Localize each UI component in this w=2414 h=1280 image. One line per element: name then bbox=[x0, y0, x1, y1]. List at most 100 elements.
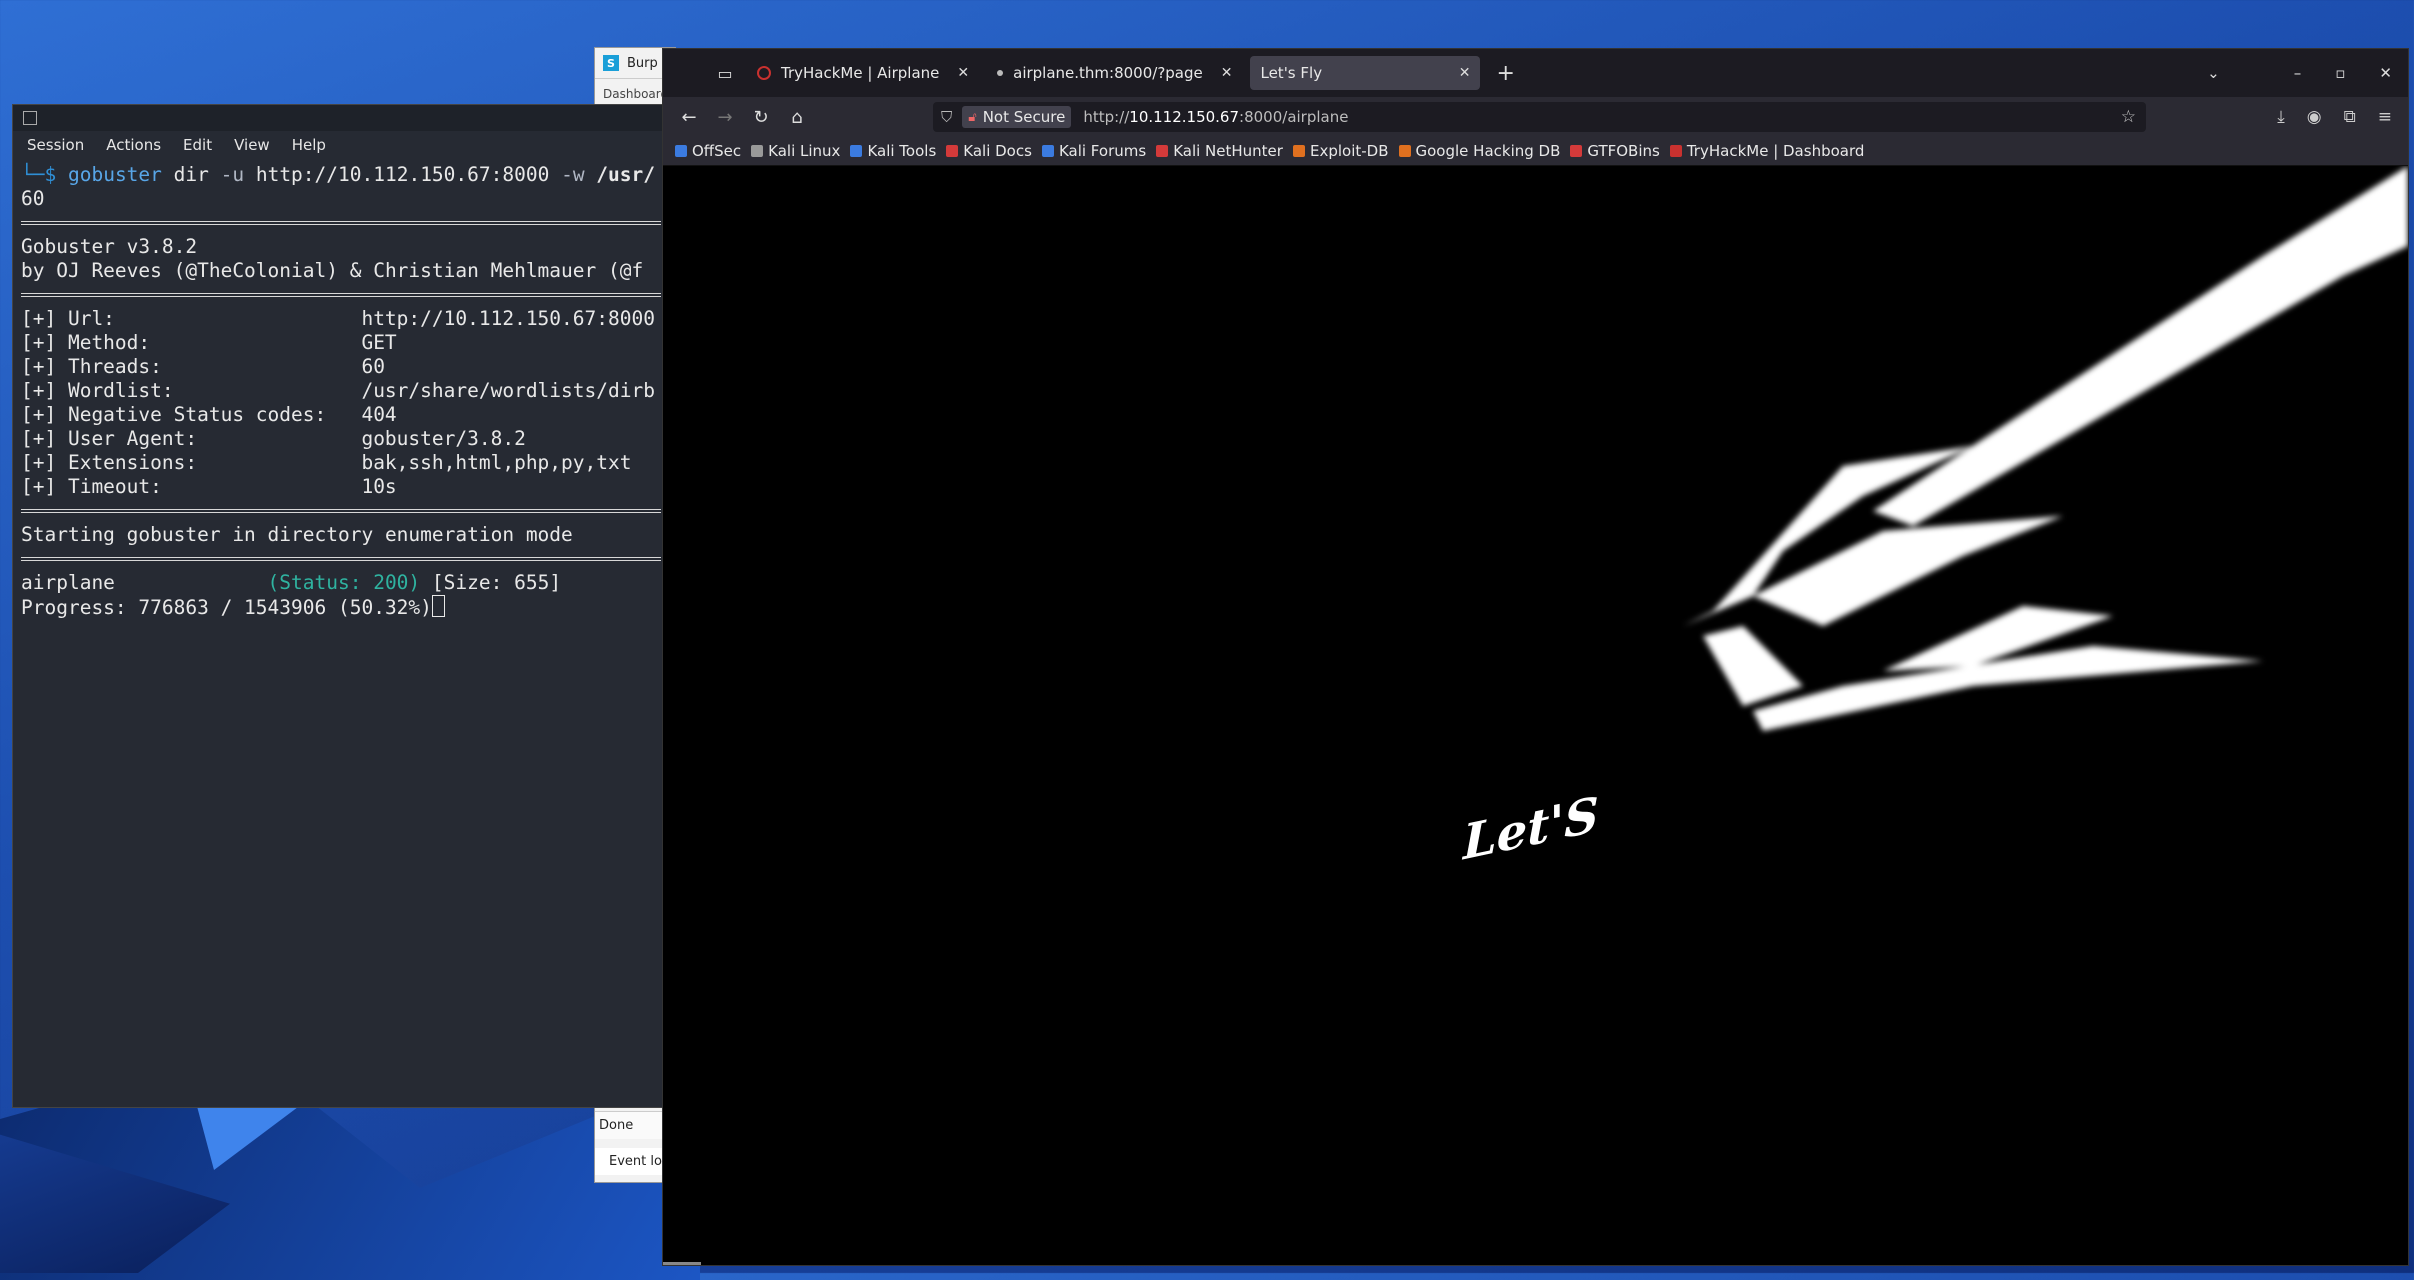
gobuster-authors: by OJ Reeves (@TheColonial) & Christian … bbox=[21, 259, 644, 282]
bookmark-item[interactable]: OffSec bbox=[675, 142, 747, 160]
airplane-tail bbox=[1753, 646, 2263, 731]
download-icon[interactable]: ⤓ bbox=[2277, 107, 2285, 127]
minimize-icon[interactable]: – bbox=[2294, 64, 2302, 82]
shield-icon[interactable]: ⛉ bbox=[941, 108, 952, 126]
bookmark-favicon-icon bbox=[1292, 145, 1305, 157]
config-key: [+] Threads: bbox=[21, 355, 162, 378]
lock-struck-icon: 🔓︎ bbox=[968, 109, 977, 125]
bookmark-star-icon[interactable]: ☆ bbox=[2121, 107, 2136, 127]
config-key: [+] Method: bbox=[21, 331, 151, 354]
extensions-icon[interactable]: ⧉ bbox=[2344, 107, 2356, 127]
close-window-icon[interactable]: ✕ bbox=[2379, 64, 2392, 82]
bookmark-item[interactable]: GTFOBins bbox=[1570, 142, 1665, 160]
command-line: └─$ gobuster dir -u http://10.112.150.67… bbox=[21, 163, 656, 186]
bookmark-label: OffSec bbox=[692, 142, 742, 160]
url-bar[interactable]: ⛉ 🔓︎ Not Secure http://10.112.150.67:800… bbox=[933, 102, 2146, 132]
terminal-cursor bbox=[431, 595, 445, 617]
bookmark-item[interactable]: Google Hacking DB bbox=[1398, 142, 1567, 160]
config-value: /usr/share/wordlists/dirb bbox=[361, 379, 655, 402]
tab-airplane-page[interactable]: airplane.thm:8000/?page ✕ bbox=[987, 56, 1242, 90]
config-key: [+] Url: bbox=[21, 307, 115, 330]
bookmark-label: Kali Forums bbox=[1058, 142, 1147, 160]
bookmark-item[interactable]: Exploit-DB bbox=[1292, 142, 1395, 160]
menu-icon[interactable]: ≡ bbox=[2378, 107, 2392, 127]
tab-tryhackme[interactable]: TryHackMe | Airplane ✕ bbox=[747, 56, 979, 90]
bookmark-label: Kali NetHunter bbox=[1173, 142, 1283, 160]
bookmark-item[interactable]: TryHackMe | Dashboard bbox=[1669, 142, 1871, 160]
progress-line: Progress: 776863 / 1543906 (50.32%) bbox=[21, 595, 661, 620]
separator bbox=[21, 509, 661, 513]
terminal-icon bbox=[23, 111, 37, 125]
maximize-icon[interactable]: ▫ bbox=[2335, 64, 2345, 82]
reload-icon[interactable]: ↻ bbox=[743, 107, 779, 128]
close-icon[interactable]: ✕ bbox=[957, 65, 969, 81]
not-secure-badge[interactable]: 🔓︎ Not Secure bbox=[962, 106, 1072, 128]
bookmarks-toolbar: OffSec Kali Linux Kali Tools Kali Docs Kali … bbox=[663, 137, 2408, 166]
tab-overview-icon[interactable]: ▭ bbox=[711, 59, 739, 87]
menu-edit[interactable]: Edit bbox=[183, 136, 212, 154]
bookmark-label: Kali Tools bbox=[867, 142, 937, 160]
bookmark-favicon-icon bbox=[1041, 145, 1054, 157]
result-line: airplane (Status: 200) [Size: 655] bbox=[21, 571, 661, 595]
tab-lets-fly[interactable]: Let's Fly ✕ bbox=[1250, 56, 1481, 90]
command-line-wrap: 60 bbox=[21, 187, 45, 210]
list-all-tabs-icon[interactable]: ⌄ bbox=[2207, 64, 2220, 82]
bookmark-favicon-icon bbox=[1156, 145, 1169, 157]
tryhackme-icon bbox=[757, 66, 771, 80]
bookmark-item[interactable]: Kali Forums bbox=[1041, 142, 1152, 160]
burp-logo-icon: S bbox=[603, 55, 619, 71]
new-tab-button[interactable]: + bbox=[1496, 61, 1514, 86]
bookmark-favicon-icon bbox=[1570, 145, 1583, 157]
result-name: airplane bbox=[21, 571, 115, 594]
bookmark-item[interactable]: Kali Tools bbox=[850, 142, 942, 160]
browser-window[interactable]: ▭ TryHackMe | Airplane ✕ airplane.thm:80… bbox=[662, 48, 2409, 1266]
config-row: [+] Method: GET bbox=[21, 331, 661, 355]
terminal-output[interactable]: └─$ gobuster dir -u http://10.112.150.67… bbox=[13, 159, 669, 620]
page-viewport[interactable]: Let'S bbox=[663, 166, 2408, 1265]
tab-bar: ▭ TryHackMe | Airplane ✕ airplane.thm:80… bbox=[663, 49, 2408, 97]
terminal-titlebar[interactable] bbox=[13, 105, 669, 131]
config-value: http://10.112.150.67:8000 bbox=[361, 307, 655, 330]
bookmark-label: TryHackMe | Dashboard bbox=[1686, 142, 1865, 160]
close-icon[interactable]: ✕ bbox=[1459, 65, 1471, 81]
config-row: [+] User Agent: gobuster/3.8.2 bbox=[21, 427, 661, 451]
config-value: 60 bbox=[361, 355, 385, 378]
separator bbox=[21, 221, 661, 225]
menu-actions[interactable]: Actions bbox=[106, 136, 161, 154]
back-icon[interactable]: ← bbox=[671, 107, 707, 128]
home-icon[interactable]: ⌂ bbox=[779, 107, 815, 128]
close-icon[interactable]: ✕ bbox=[1221, 65, 1233, 81]
bookmark-item[interactable]: Kali NetHunter bbox=[1156, 142, 1289, 160]
nav-bar: ← → ↻ ⌂ ⛉ 🔓︎ Not Secure http://10.112.15… bbox=[663, 97, 2408, 137]
config-value: 404 bbox=[361, 403, 397, 426]
starting-message: Starting gobuster in directory enumerati… bbox=[21, 523, 573, 546]
horizontal-scrollbar[interactable] bbox=[663, 1262, 701, 1265]
airplane-graphic bbox=[1683, 166, 2408, 731]
config-key: [+] Extensions: bbox=[21, 451, 198, 474]
config-value: 10s bbox=[361, 475, 397, 498]
airplane-fin bbox=[1703, 626, 1803, 706]
bookmark-favicon-icon bbox=[850, 145, 863, 157]
bookmark-favicon-icon bbox=[1398, 145, 1411, 157]
url-text[interactable]: http://10.112.150.67:8000/airplane bbox=[1083, 108, 1348, 126]
account-icon[interactable]: ◉ bbox=[2307, 107, 2322, 127]
bookmark-item[interactable]: Kali Linux bbox=[751, 142, 846, 160]
bookmark-favicon-icon bbox=[751, 145, 764, 157]
config-row: [+] Threads: 60 bbox=[21, 355, 661, 379]
terminal-window[interactable]: Session Actions Edit View Help └─$ gobus… bbox=[12, 104, 670, 1108]
bookmark-item[interactable]: Kali Docs bbox=[946, 142, 1038, 160]
config-row: [+] Wordlist: /usr/share/wordlists/dirb bbox=[21, 379, 661, 403]
bookmark-label: Google Hacking DB bbox=[1415, 142, 1561, 160]
config-row: [+] Timeout: 10s bbox=[21, 475, 661, 499]
forward-icon[interactable]: → bbox=[707, 107, 743, 128]
gobuster-version: Gobuster v3.8.2 bbox=[21, 235, 198, 258]
page-icon bbox=[997, 70, 1004, 76]
config-key: [+] Wordlist: bbox=[21, 379, 174, 402]
bookmark-favicon-icon bbox=[1669, 145, 1682, 157]
menu-help[interactable]: Help bbox=[292, 136, 326, 154]
config-key: [+] User Agent: bbox=[21, 427, 198, 450]
window-controls: ⌄ – ▫ ✕ bbox=[2207, 49, 2392, 97]
menu-session[interactable]: Session bbox=[27, 136, 84, 154]
burp-title: Burp bbox=[627, 55, 658, 71]
menu-view[interactable]: View bbox=[234, 136, 270, 154]
